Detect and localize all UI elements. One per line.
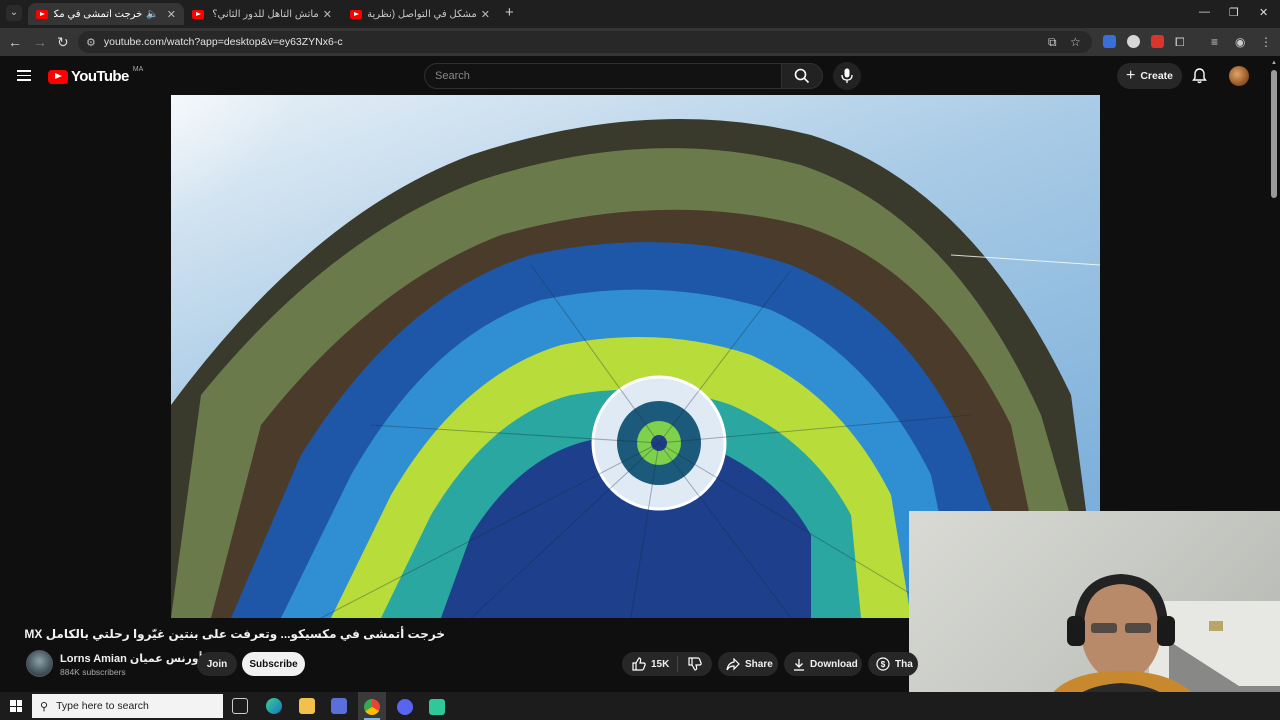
channel-name-text: Lorns Amian أورنس عميان [60,653,203,665]
webcam-overlay [909,511,1280,720]
address-bar[interactable]: ⚙ youtube.com/watch?app=desktop&v=ey63ZY… [78,31,1092,53]
install-app-icon[interactable]: ⧉ [1048,34,1057,50]
download-icon [794,658,804,671]
thumbs-up-icon [632,657,646,671]
extension-icon[interactable] [1127,35,1140,48]
thanks-button[interactable]: $ Tha [868,652,918,676]
search-box[interactable] [424,63,782,89]
super-thanks-icon: $ [876,657,890,671]
close-tab-icon[interactable]: ✕ [167,8,176,21]
share-button[interactable]: Share [718,652,778,676]
edge-browser-icon[interactable] [266,698,282,714]
plus-icon: + [1125,67,1136,84]
account-avatar[interactable] [1229,66,1249,86]
browser-tab[interactable]: ماتش التأهل للدور الثاني؟ (التشكا ✕ [184,3,340,25]
download-label: Download [810,658,858,670]
create-button[interactable]: + Create [1117,63,1182,89]
file-explorer-icon[interactable] [299,698,315,714]
thumbs-down-icon [688,657,702,671]
speaker-icon[interactable]: 🔈 [146,9,158,20]
youtube-favicon-icon [350,9,362,19]
thanks-label: Tha [895,658,913,670]
youtube-favicon-icon [36,9,48,19]
channel-name[interactable]: Lorns Amian أورنس عميان [60,652,214,665]
adblock-extension-icon[interactable] [1151,35,1164,48]
subscribe-button[interactable]: Subscribe [242,652,305,676]
youtube-logo[interactable]: YouTube MA [48,66,144,85]
like-count: 15K [651,658,670,670]
puzzle-extensions-icon[interactable]: ⧠ [1175,34,1185,50]
join-button[interactable]: Join [197,652,237,676]
share-arrow-icon [726,657,740,670]
browser-tab-active[interactable]: خرجت أتمشى في مكسيكو... 🔈 ✕ [28,3,184,25]
youtube-header: YouTube MA + Create [0,56,1280,96]
translate-extension-icon[interactable] [1103,35,1116,48]
profile-icon[interactable]: ◉ [1235,34,1245,50]
like-dislike-group: 15K [622,652,712,676]
scroll-up-arrow-icon[interactable]: ▲ [1271,60,1277,66]
app-icon[interactable] [429,699,445,715]
forward-arrow-icon[interactable]: → [33,34,47,50]
country-code: MA [132,66,144,73]
notifications-bell-icon[interactable] [1192,68,1207,84]
bookmark-star-icon[interactable]: ☆ [1070,34,1081,50]
microsoft-store-icon[interactable] [331,698,347,714]
channel-avatar[interactable] [26,650,53,677]
tab-title: خرجت أتمشى في مكسيكو... [54,8,143,20]
menu-kebab-icon[interactable]: ⋮ [1260,34,1272,50]
dislike-button[interactable] [678,657,712,671]
voice-search-button[interactable] [833,62,861,90]
media-controls-icon[interactable]: ≡ [1211,34,1218,50]
windows-start-icon[interactable] [10,700,22,712]
video-title: خرجت أتمشى في مكسيكو... وتعرفت على بنتين… [24,627,445,641]
youtube-wordmark: YouTube [71,68,129,85]
restore-icon[interactable]: ❐ [1229,6,1239,19]
new-tab-button[interactable]: + [505,5,514,21]
back-arrow-icon[interactable]: ← [8,34,22,50]
chrome-browser-icon[interactable] [364,699,380,715]
download-button[interactable]: Download [784,652,862,676]
close-window-icon[interactable]: ✕ [1259,6,1268,19]
close-tab-icon[interactable]: ✕ [481,8,490,21]
browser-tab-bar: ⌄ خرجت أتمشى في مكسيكو... 🔈 ✕ ماتش التأه… [0,0,1280,28]
url-text: youtube.com/watch?app=desktop&v=ey63ZYNx… [103,36,343,48]
page-scrollbar[interactable] [1271,70,1277,198]
webcam-person-image [1039,573,1280,720]
search-button[interactable] [781,63,823,89]
search-icon [794,68,810,84]
svg-text:$: $ [881,660,886,669]
task-view-icon[interactable] [232,698,248,714]
like-button[interactable]: 15K [622,656,678,672]
hamburger-menu-icon[interactable] [17,70,31,81]
close-tab-icon[interactable]: ✕ [323,8,332,21]
tab-title: مشكل في التواصل (نظرية الزراك [368,8,477,20]
discord-icon[interactable] [397,699,413,715]
microphone-icon [841,68,853,83]
share-label: Share [745,658,773,670]
youtube-play-icon [48,69,68,84]
browser-tab[interactable]: مشكل في التواصل (نظرية الزراك ✕ [342,3,498,25]
search-input[interactable] [435,70,781,82]
browser-toolbar: ← → ↻ ⚙ youtube.com/watch?app=desktop&v=… [0,28,1280,56]
taskbar-search-box[interactable]: ⚲ Type here to search [32,694,223,718]
windows-taskbar: ⚲ Type here to search [0,692,1280,720]
taskbar-search-placeholder: Type here to search [56,700,149,712]
create-label: Create [1140,70,1174,82]
minimize-icon[interactable]: — [1199,6,1210,18]
search-icon: ⚲ [40,700,49,713]
tab-title: ماتش التأهل للدور الثاني؟ (التشكا [210,8,319,20]
site-info-icon[interactable]: ⚙ [86,36,96,49]
subscriber-count: 884K subscribers [60,667,126,677]
youtube-favicon-icon [192,9,204,19]
tab-search-icon[interactable]: ⌄ [6,5,22,21]
reload-icon[interactable]: ↻ [57,34,69,50]
